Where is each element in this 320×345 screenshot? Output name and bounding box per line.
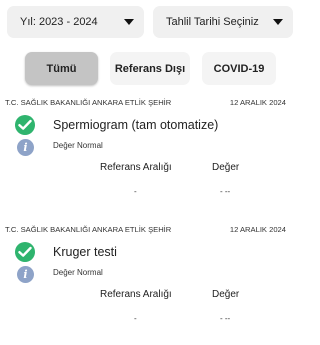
result-date: 12 ARALIK 2024 bbox=[229, 225, 286, 234]
info-icon[interactable]: i bbox=[17, 266, 34, 283]
chip-all[interactable]: Tümü bbox=[25, 52, 98, 85]
caret-down-icon bbox=[273, 19, 283, 25]
info-icon[interactable]: i bbox=[17, 139, 34, 156]
hospital-name: T.C. SAĞLIK BAKANLIĞI ANKARA ETLİK ŞEHİR bbox=[5, 98, 172, 107]
chip-out-of-reference[interactable]: Referans Dışı bbox=[110, 52, 190, 85]
status-text: Değer Normal bbox=[53, 141, 103, 150]
date-dropdown[interactable]: Tahlil Tarihi Seçiniz bbox=[153, 6, 293, 38]
reference-range-header: Referans Aralığı bbox=[100, 162, 172, 173]
reference-range-header: Referans Aralığı bbox=[100, 289, 172, 300]
year-dropdown-label: Yıl: 2023 - 2024 bbox=[20, 16, 98, 28]
value-header: Değer bbox=[212, 289, 240, 300]
hospital-name: T.C. SAĞLIK BAKANLIĞI ANKARA ETLİK ŞEHİR bbox=[5, 225, 172, 234]
result-header: T.C. SAĞLIK BAKANLIĞI ANKARA ETLİK ŞEHİR… bbox=[0, 95, 300, 109]
date-dropdown-label: Tahlil Tarihi Seçiniz bbox=[166, 16, 259, 28]
test-name: Kruger testi bbox=[53, 245, 117, 259]
chip-covid[interactable]: COVID-19 bbox=[202, 52, 276, 85]
check-circle-icon bbox=[15, 115, 35, 135]
result-date: 12 ARALIK 2024 bbox=[229, 98, 286, 107]
filter-bar: Yıl: 2023 - 2024 Tahlil Tarihi Seçiniz bbox=[0, 0, 300, 46]
category-chips: Tümü Referans Dışı COVID-19 bbox=[0, 52, 300, 86]
reference-range-value: - bbox=[134, 314, 137, 323]
check-circle-icon bbox=[15, 242, 35, 262]
year-dropdown[interactable]: Yıl: 2023 - 2024 bbox=[7, 6, 144, 38]
result-value: - -- bbox=[220, 314, 231, 323]
test-name: Spermiogram (tam otomatize) bbox=[53, 118, 219, 132]
result-value: - -- bbox=[220, 187, 231, 196]
status-text: Değer Normal bbox=[53, 268, 103, 277]
value-header: Değer bbox=[212, 162, 240, 173]
reference-range-value: - bbox=[134, 187, 137, 196]
result-header: T.C. SAĞLIK BAKANLIĞI ANKARA ETLİK ŞEHİR… bbox=[0, 222, 300, 236]
caret-down-icon bbox=[124, 19, 134, 25]
